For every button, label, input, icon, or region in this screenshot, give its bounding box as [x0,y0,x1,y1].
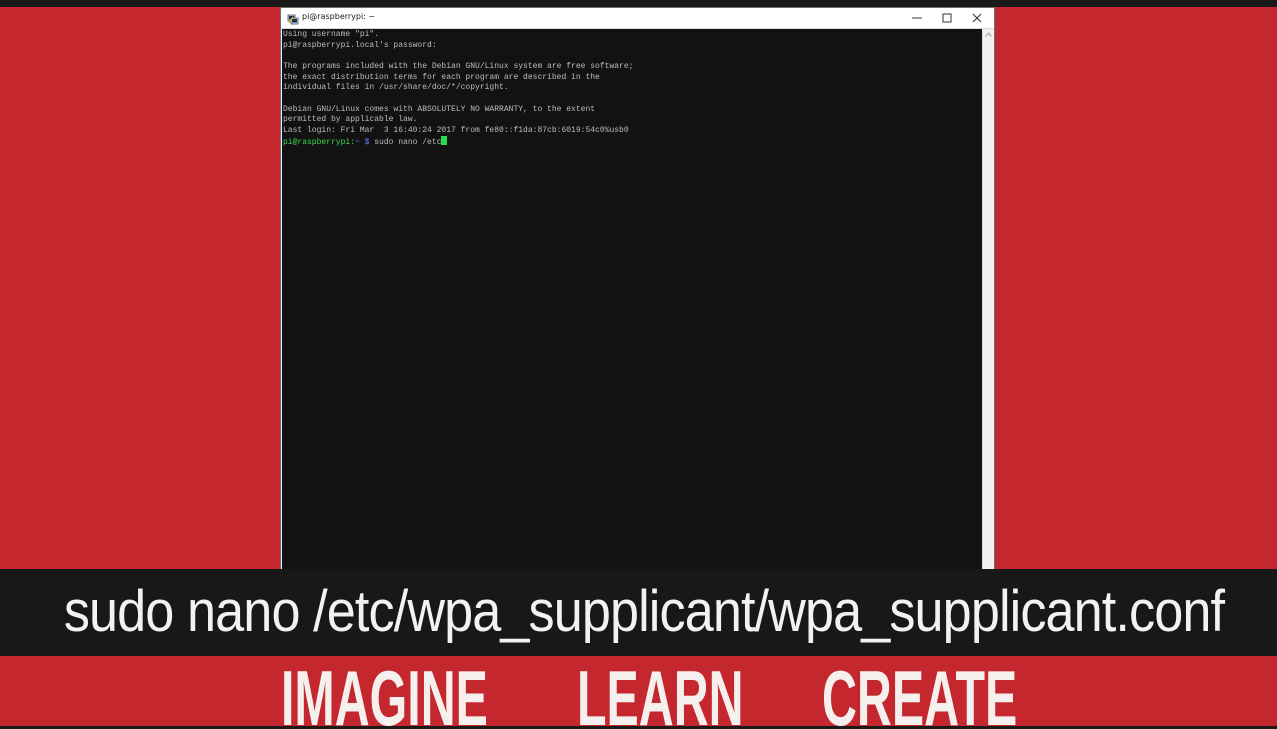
motto-word-imagine: IMAGINE [281,656,488,726]
terminal-line: individual files in /usr/share/doc/*/cop… [283,83,509,92]
caption-band: sudo nano /etc/wpa_supplicant/wpa_suppli… [0,569,1277,656]
close-button[interactable] [962,8,992,28]
prompt-user: pi@raspberrypi [283,138,351,147]
terminal-line: Using username "pi". [283,30,380,39]
putty-icon[interactable] [287,12,299,25]
prompt-path: ~ $ [355,138,370,147]
terminal-line: Last login: Fri Mar 3 16:40:24 2017 from… [283,126,629,135]
minimize-button[interactable] [902,8,932,28]
typed-command: sudo nano /etc [369,138,442,147]
close-icon [972,13,982,23]
scroll-up-arrow-icon[interactable] [985,32,992,37]
window-title: pi@raspberrypi: ~ [302,12,376,21]
terminal-line: The programs included with the Debian GN… [283,62,634,71]
command-prompt-line[interactable]: pi@raspberrypi:~ $ sudo nano /etc [283,136,448,147]
maximize-icon [942,13,952,23]
motto-word-create: CREATE [822,656,1018,726]
maximize-button[interactable] [932,8,962,28]
motto-word-learn: LEARN [577,656,744,726]
terminal-cursor [441,136,448,145]
terminal-line: pi@raspberrypi.local's password: [283,41,437,50]
terminal-window[interactable]: pi@raspberrypi: ~ Using username "pi". p… [281,8,994,569]
caption-command: sudo nano /etc/wpa_supplicant/wpa_suppli… [63,579,1225,644]
minimize-icon [912,17,922,19]
terminal-output[interactable]: Using username "pi". pi@raspberrypi.loca… [282,29,982,569]
terminal-scrollbar[interactable] [982,29,994,569]
window-titlebar[interactable]: pi@raspberrypi: ~ [281,8,994,29]
motto-banner: IMAGINE LEARN CREATE [0,656,1277,726]
top-letterbox-bar [0,0,1277,7]
terminal-line: permitted by applicable law. [283,115,418,124]
